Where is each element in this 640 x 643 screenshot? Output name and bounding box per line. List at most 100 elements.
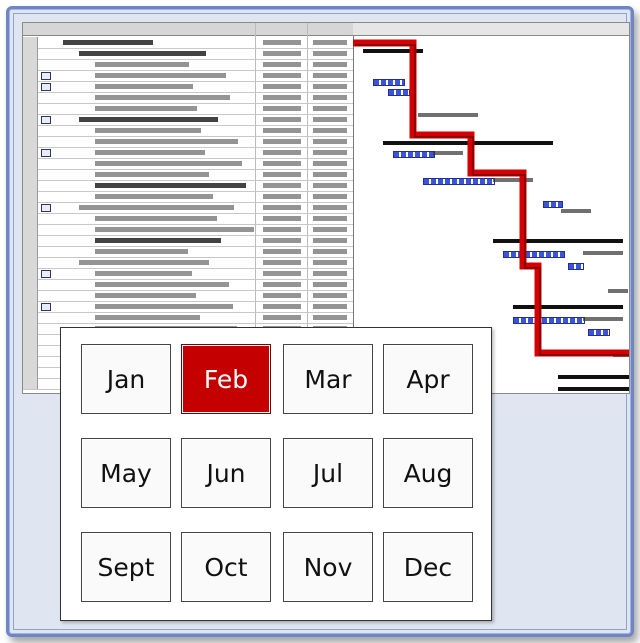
row-number-cell	[23, 312, 38, 323]
month-may[interactable]: May	[81, 438, 171, 508]
month-jun[interactable]: Jun	[181, 438, 271, 508]
task-name-blur	[95, 315, 200, 320]
month-picker: Jan Feb Mar Apr May Jun Jul Aug Sept Oct…	[60, 327, 492, 621]
row-number-cell	[23, 202, 38, 213]
task-name-blur	[79, 260, 209, 265]
note-icon	[41, 303, 51, 311]
task-name-blur	[79, 51, 206, 56]
task-name-blur	[95, 139, 238, 144]
row-number-cell	[23, 378, 38, 389]
task-name-blur	[95, 282, 229, 287]
start-date-blur	[263, 95, 301, 100]
task-name-blur	[95, 128, 201, 133]
row-number-cell	[23, 290, 38, 301]
month-feb-selected[interactable]: Feb	[181, 344, 271, 414]
row-number-cell	[23, 70, 38, 81]
note-icon	[41, 270, 51, 278]
finish-date-blur	[313, 293, 347, 298]
row-number-cell	[23, 191, 38, 202]
start-date-blur	[263, 139, 301, 144]
finish-date-blur	[313, 282, 347, 287]
start-date-blur	[263, 117, 301, 122]
finish-date-blur	[313, 304, 347, 309]
row-number-cell	[23, 114, 38, 125]
start-date-blur	[263, 238, 301, 243]
row-number-cell	[23, 367, 38, 378]
month-apr[interactable]: Apr	[383, 344, 473, 414]
finish-date-blur	[313, 205, 347, 210]
finish-date-blur	[313, 249, 347, 254]
finish-date-blur	[313, 62, 347, 67]
finish-date-blur	[313, 238, 347, 243]
start-date-blur	[263, 172, 301, 177]
task-name-blur	[79, 205, 234, 210]
task-name-blur	[95, 84, 193, 89]
start-date-blur	[263, 128, 301, 133]
row-number-cell	[23, 136, 38, 147]
task-name-blur	[95, 62, 189, 67]
start-date-blur	[263, 183, 301, 188]
month-oct[interactable]: Oct	[181, 532, 271, 602]
finish-date-blur	[313, 139, 347, 144]
start-date-blur	[263, 304, 301, 309]
task-name-blur	[95, 249, 188, 254]
row-number-cell	[23, 169, 38, 180]
finish-date-blur	[313, 51, 347, 56]
task-name-blur	[95, 183, 246, 188]
task-name-blur	[63, 40, 153, 45]
finish-date-blur	[313, 271, 347, 276]
finish-date-blur	[313, 227, 347, 232]
task-name-blur	[95, 172, 209, 177]
start-date-blur	[263, 271, 301, 276]
start-date-blur	[263, 150, 301, 155]
month-nov[interactable]: Nov	[283, 532, 373, 602]
task-name-blur	[95, 95, 230, 100]
start-date-blur	[263, 293, 301, 298]
row-number-cell	[23, 246, 38, 257]
task-grid-header	[23, 23, 353, 36]
month-sept[interactable]: Sept	[81, 532, 171, 602]
finish-date-blur	[313, 183, 347, 188]
task-name-blur	[95, 293, 196, 298]
start-date-blur	[263, 84, 301, 89]
start-date-blur	[263, 282, 301, 287]
row-number-cell	[23, 147, 38, 158]
finish-date-blur	[313, 95, 347, 100]
row-number-cell	[23, 48, 38, 59]
note-icon	[41, 83, 51, 91]
row-number-cell	[23, 345, 38, 356]
month-aug[interactable]: Aug	[383, 438, 473, 508]
finish-date-blur	[313, 40, 347, 45]
row-number-cell	[23, 103, 38, 114]
row-number-cell	[23, 301, 38, 312]
row-number-cell	[23, 180, 38, 191]
finish-date-blur	[313, 117, 347, 122]
row-number-cell	[23, 279, 38, 290]
finish-date-blur	[313, 315, 347, 320]
finish-date-blur	[313, 216, 347, 221]
finish-date-blur	[313, 128, 347, 133]
start-date-blur	[263, 62, 301, 67]
task-name-blur	[95, 238, 221, 243]
note-icon	[41, 72, 51, 80]
row-number-cell	[23, 356, 38, 367]
finish-date-blur	[313, 161, 347, 166]
month-jul[interactable]: Jul	[283, 438, 373, 508]
start-date-blur	[263, 249, 301, 254]
row-number-cell	[23, 235, 38, 246]
month-mar[interactable]: Mar	[283, 344, 373, 414]
row-number-cell	[23, 92, 38, 103]
task-name-blur	[95, 106, 197, 111]
row-number-cell	[23, 125, 38, 136]
row-number-cell	[23, 334, 38, 345]
row-number-cell	[23, 37, 38, 48]
row-number-cell	[23, 213, 38, 224]
start-date-blur	[263, 106, 301, 111]
row-number-cell	[23, 323, 38, 334]
task-name-blur	[79, 117, 218, 122]
start-date-blur	[263, 194, 301, 199]
month-dec[interactable]: Dec	[383, 532, 473, 602]
month-jan[interactable]: Jan	[81, 344, 171, 414]
start-date-blur	[263, 205, 301, 210]
task-name-blur	[95, 150, 205, 155]
